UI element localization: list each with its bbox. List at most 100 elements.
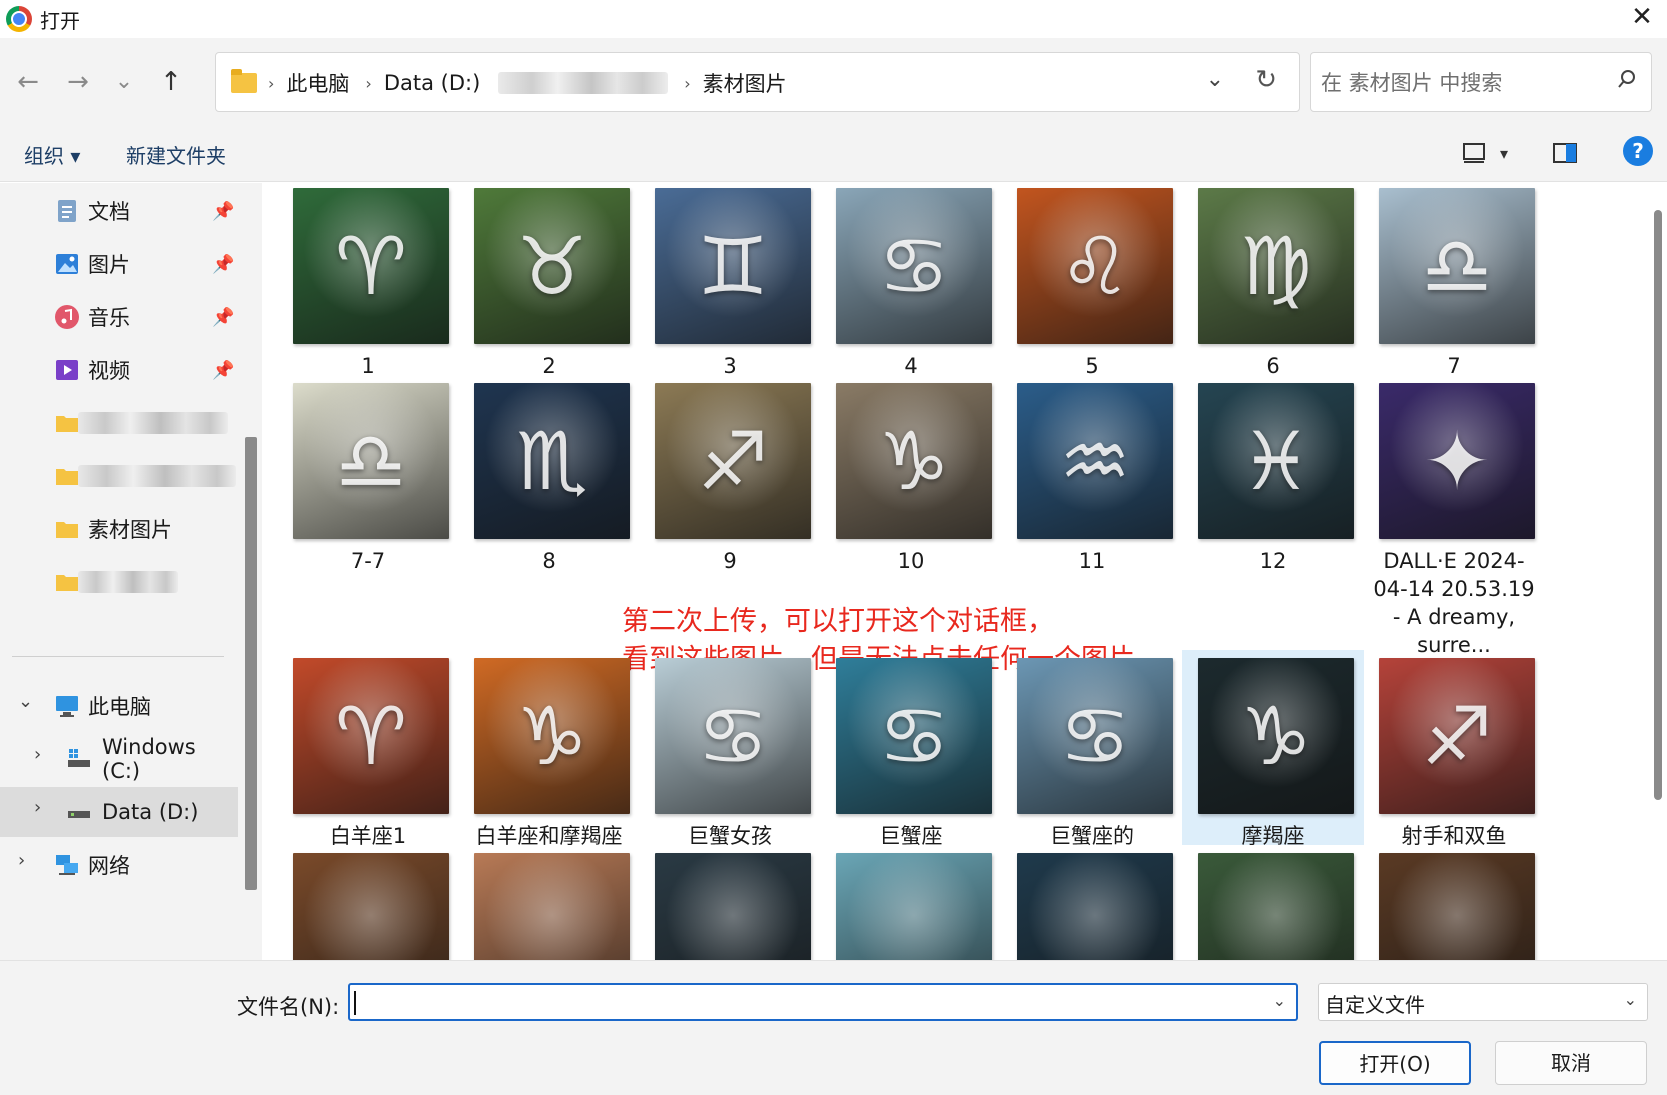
file-tile[interactable]: ♎ 7 — [1363, 183, 1545, 378]
view-mode-icon[interactable] — [1462, 142, 1486, 164]
sidebar-item-blurred-folder[interactable] — [0, 398, 238, 448]
sidebar-scrollbar-thumb[interactable] — [245, 437, 257, 890]
filename-combobox[interactable]: ⌄ — [348, 983, 1298, 1021]
file-thumbnail[interactable]: ♊ — [655, 188, 811, 344]
file-tile[interactable] — [277, 845, 459, 960]
breadcrumb-this-pc[interactable]: 此电脑 — [286, 68, 349, 98]
chevron-right-icon[interactable]: › — [18, 850, 25, 871]
sidebar-item-material-pictures[interactable]: 素材图片 — [0, 504, 238, 554]
file-thumbnail[interactable]: ♎ — [1379, 188, 1535, 344]
pin-icon[interactable]: 📌 — [212, 201, 234, 222]
view-mode-dropdown-icon[interactable]: ▾ — [1500, 144, 1508, 163]
file-tile[interactable]: ♈ 白羊座1 — [277, 650, 459, 848]
file-tile[interactable]: ♑ 摩羯座 — [1182, 650, 1364, 848]
pin-icon[interactable]: 📌 — [212, 360, 234, 381]
search-icon[interactable] — [1617, 69, 1637, 89]
file-tile[interactable]: ♓ 12 — [1182, 375, 1364, 650]
file-list-scrollbar-thumb[interactable] — [1654, 210, 1662, 800]
file-tile[interactable]: ♋ 巨蟹座的 — [1001, 650, 1183, 848]
file-tile[interactable]: ♐ 射手和双鱼 — [1363, 650, 1545, 848]
sidebar-item-this-pc[interactable]: ⌄ 此电脑 — [0, 681, 238, 731]
file-thumbnail[interactable]: ♋ — [1017, 658, 1173, 814]
file-tile[interactable]: ♋ 巨蟹女孩 — [639, 650, 821, 848]
chevron-down-icon[interactable]: ⌄ — [18, 691, 33, 712]
file-tile[interactable]: ♍ 6 — [1182, 183, 1364, 378]
filename-input[interactable] — [356, 989, 1256, 1017]
file-thumbnail[interactable]: ♒ — [1017, 383, 1173, 539]
preview-pane-icon[interactable] — [1552, 142, 1578, 164]
breadcrumb-data-d[interactable]: Data (D:) — [384, 71, 480, 95]
file-thumbnail[interactable] — [1017, 853, 1173, 960]
sidebar-item-pictures[interactable]: 图片 📌 — [0, 239, 238, 289]
file-thumbnail[interactable] — [655, 853, 811, 960]
file-tile[interactable]: ♑ 10 — [820, 375, 1002, 650]
file-thumbnail[interactable]: ♉ — [474, 188, 630, 344]
file-type-select[interactable]: 自定义文件 ⌄ — [1318, 983, 1648, 1021]
file-tile[interactable]: ♏ 8 — [458, 375, 640, 650]
sidebar-item-drive-d[interactable]: › Data (D:) — [0, 787, 238, 837]
up-arrow-icon[interactable]: ↑ — [155, 66, 187, 98]
file-thumbnail[interactable] — [293, 853, 449, 960]
chevron-right-icon[interactable]: › — [34, 797, 41, 818]
file-thumbnail[interactable]: ♋ — [655, 658, 811, 814]
breadcrumb-current-folder[interactable]: 素材图片 — [703, 68, 787, 98]
file-tile[interactable]: ♋ 巨蟹座 — [820, 650, 1002, 848]
file-thumbnail[interactable]: ♑ — [836, 383, 992, 539]
file-thumbnail[interactable]: ♈ — [293, 188, 449, 344]
file-thumbnail[interactable] — [836, 853, 992, 960]
organize-button[interactable]: 组织 ▾ — [24, 140, 80, 169]
new-folder-button[interactable]: 新建文件夹 — [126, 140, 226, 169]
chevron-down-icon[interactable]: ⌄ — [1273, 991, 1286, 1010]
file-tile[interactable]: ♊ 3 — [639, 183, 821, 378]
file-thumbnail[interactable]: ♋ — [836, 658, 992, 814]
file-thumbnail[interactable]: ♏ — [474, 383, 630, 539]
file-tile[interactable]: ♋ 4 — [820, 183, 1002, 378]
file-thumbnail[interactable] — [1198, 853, 1354, 960]
file-tile[interactable] — [639, 845, 821, 960]
forward-arrow-icon[interactable]: → — [62, 66, 94, 98]
pin-icon[interactable]: 📌 — [212, 254, 234, 275]
file-tile[interactable] — [820, 845, 1002, 960]
refresh-icon[interactable]: ↻ — [1255, 65, 1277, 95]
help-icon[interactable]: ? — [1623, 136, 1653, 166]
file-thumbnail[interactable]: ♈ — [293, 658, 449, 814]
file-thumbnail[interactable]: ✦ — [1379, 383, 1535, 539]
address-bar[interactable]: › 此电脑 › Data (D:) › 素材图片 ⌄ ↻ — [215, 52, 1300, 112]
file-tile[interactable] — [1001, 845, 1183, 960]
open-button[interactable]: 打开(O) — [1319, 1041, 1471, 1085]
file-thumbnail[interactable]: ♐ — [1379, 658, 1535, 814]
file-tile[interactable] — [1182, 845, 1364, 960]
file-tile[interactable]: ♈ 1 — [277, 183, 459, 378]
file-thumbnail[interactable]: ♌ — [1017, 188, 1173, 344]
sidebar-item-network[interactable]: › 网络 — [0, 840, 238, 890]
sidebar-item-drive-c[interactable]: › Windows (C:) — [0, 734, 238, 784]
file-tile[interactable] — [1363, 845, 1545, 960]
file-thumbnail[interactable]: ♑ — [474, 658, 630, 814]
sidebar-item-videos[interactable]: 视频 📌 — [0, 345, 238, 395]
pin-icon[interactable]: 📌 — [212, 307, 234, 328]
file-tile[interactable] — [458, 845, 640, 960]
sidebar-item-music[interactable]: 音乐 📌 — [0, 292, 238, 342]
file-thumbnail[interactable]: ♍ — [1198, 188, 1354, 344]
file-thumbnail[interactable]: ♋ — [836, 188, 992, 344]
file-thumbnail[interactable]: ♑ — [1198, 658, 1354, 814]
search-input[interactable] — [1321, 67, 1601, 99]
sidebar-item-blurred-folder[interactable] — [0, 451, 238, 501]
file-thumbnail[interactable]: ♐ — [655, 383, 811, 539]
recent-locations-chevron-icon[interactable]: ⌄ — [108, 66, 140, 98]
cancel-button[interactable]: 取消 — [1495, 1041, 1647, 1085]
file-tile[interactable]: ✦ DALL·E 2024-04-14 20.53.19 - A dreamy, … — [1363, 375, 1545, 657]
file-tile[interactable]: ♉ 2 — [458, 183, 640, 378]
file-thumbnail[interactable] — [1379, 853, 1535, 960]
search-box[interactable] — [1310, 52, 1652, 112]
file-tile[interactable]: ♒ 11 — [1001, 375, 1183, 650]
file-tile[interactable]: ♎ 7-7 — [277, 375, 459, 650]
close-icon[interactable]: ✕ — [1627, 2, 1657, 32]
chevron-right-icon[interactable]: › — [34, 744, 41, 765]
file-thumbnail[interactable]: ♓ — [1198, 383, 1354, 539]
back-arrow-icon[interactable]: ← — [12, 66, 44, 98]
file-tile[interactable]: ♐ 9 — [639, 375, 821, 650]
file-thumbnail[interactable] — [474, 853, 630, 960]
sidebar-item-documents[interactable]: 文档 📌 — [0, 186, 238, 236]
address-dropdown-chevron-icon[interactable]: ⌄ — [1206, 67, 1224, 92]
